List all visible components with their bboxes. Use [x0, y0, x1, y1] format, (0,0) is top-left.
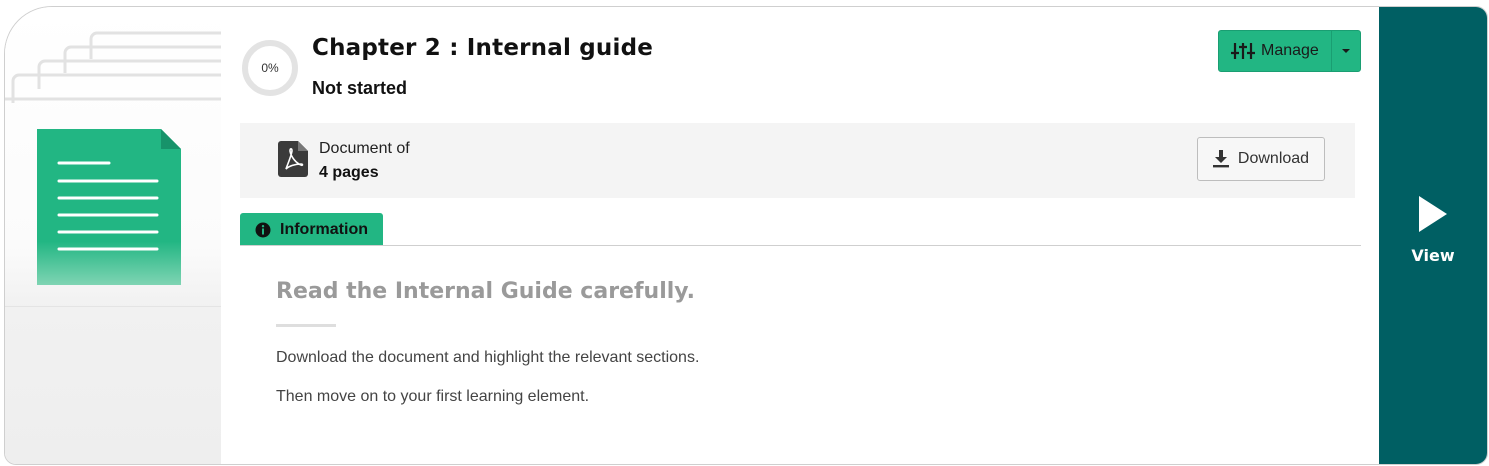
document-illustration-icon: [5, 31, 221, 307]
information-text: Then move on to your first learning elem…: [276, 388, 590, 405]
progress-ring: 0%: [241, 39, 299, 97]
manage-split-button: Manage: [1218, 30, 1361, 72]
module-card: 0% Chapter 2 : Internal guide Not starte…: [4, 6, 1488, 465]
information-heading: Read the Internal Guide carefully.: [276, 279, 695, 304]
document-pages: 4 pages: [319, 164, 379, 181]
progress-percent: 0%: [261, 61, 279, 75]
view-button[interactable]: View: [1379, 7, 1487, 464]
manage-button[interactable]: Manage: [1219, 31, 1332, 71]
play-icon: [1419, 196, 1447, 232]
document-panel: Document of 4 pages Download: [240, 123, 1355, 198]
module-title: Chapter 2 : Internal guide: [312, 35, 654, 61]
tab-information[interactable]: Information: [240, 213, 383, 246]
manage-label: Manage: [1261, 42, 1319, 59]
view-label: View: [1411, 246, 1455, 265]
module-thumbnail: [5, 7, 221, 464]
sliders-icon: [1231, 43, 1255, 59]
information-text: Download the document and highlight the …: [276, 349, 700, 366]
heading-divider: [276, 324, 336, 327]
download-icon: [1212, 150, 1229, 168]
download-button[interactable]: Download: [1197, 137, 1325, 181]
tab-divider: [240, 245, 1361, 246]
manage-dropdown-toggle[interactable]: [1332, 31, 1360, 71]
tab-information-label: Information: [280, 220, 368, 238]
document-type-label: Document of: [319, 140, 410, 157]
pdf-icon: [278, 141, 308, 177]
info-circle-icon: [255, 222, 271, 237]
download-label: Download: [1237, 150, 1310, 167]
caret-down-icon: [1341, 49, 1350, 53]
module-status: Not started: [312, 78, 408, 98]
